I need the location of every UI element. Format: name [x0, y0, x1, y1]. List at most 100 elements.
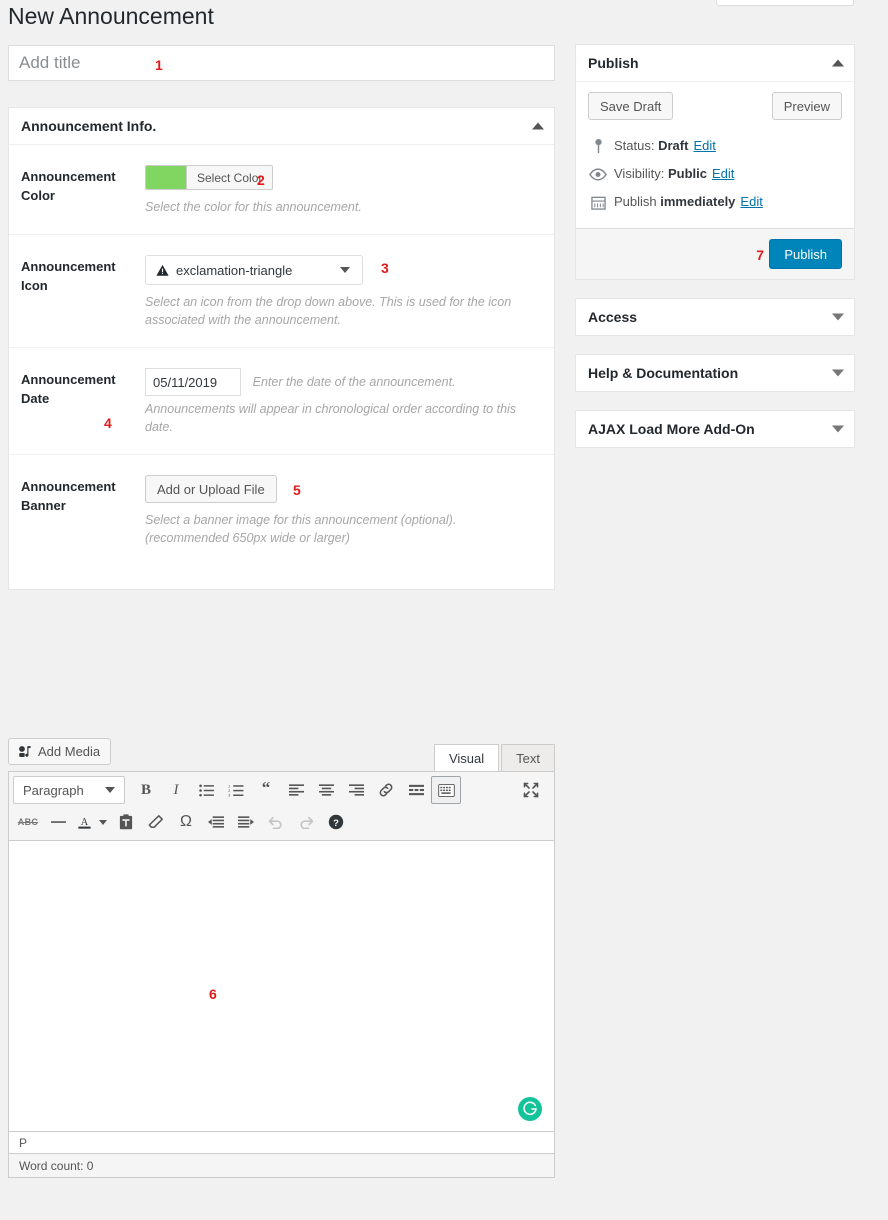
field-body-announcement-icon: exclamation-triangle Select an icon from… — [129, 255, 542, 329]
field-announcement-color: Announcement Color Select Color Select t… — [9, 145, 554, 235]
add-media-button[interactable]: Add Media — [8, 738, 112, 765]
read-more-icon[interactable] — [401, 776, 431, 804]
pin-icon — [588, 138, 608, 154]
label-line-2: Color — [21, 188, 55, 203]
chevron-down-icon[interactable] — [832, 369, 844, 377]
word-count-label: Word count: 0 — [19, 1158, 94, 1173]
eye-icon — [588, 167, 608, 181]
strikethrough-icon[interactable]: ABC — [13, 808, 43, 836]
edit-schedule-link[interactable]: Edit — [740, 192, 762, 212]
undo-icon[interactable] — [261, 808, 291, 836]
field-body-announcement-color: Select Color Select the color for this a… — [129, 165, 542, 216]
chevron-up-icon[interactable] — [832, 59, 844, 67]
chevron-up-icon[interactable] — [532, 122, 544, 130]
color-picker[interactable]: Select Color — [145, 165, 274, 190]
paragraph-format-select[interactable]: Paragraph — [13, 776, 125, 804]
main-column: 1 Announcement Info. Announcement Color … — [8, 45, 555, 608]
outdent-icon[interactable] — [201, 808, 231, 836]
field-label-announcement-color: Announcement Color — [21, 165, 129, 216]
link-icon[interactable] — [371, 776, 401, 804]
blockquote-icon[interactable]: “ — [251, 776, 281, 804]
field-announcement-banner: Announcement Banner Add or Upload File S… — [9, 455, 554, 589]
align-right-icon[interactable] — [341, 776, 371, 804]
fullscreen-icon[interactable] — [516, 776, 546, 804]
label-line-1: Announcement — [21, 372, 116, 387]
announcement-info-header[interactable]: Announcement Info. — [9, 108, 554, 145]
svg-text:?: ? — [333, 818, 339, 829]
add-media-label: Add Media — [38, 744, 101, 759]
field-body-announcement-date: Enter the date of the announcement. Anno… — [129, 368, 542, 436]
preview-button[interactable]: Preview — [771, 92, 842, 120]
announcement-date-input[interactable] — [145, 368, 241, 396]
field-description-announcement-banner: Select a banner image for this announcem… — [145, 513, 457, 545]
publish-status-line: Status: Draft Edit — [588, 132, 842, 160]
title-input[interactable] — [9, 46, 554, 80]
grammarly-icon[interactable] — [518, 1097, 542, 1121]
help-documentation-panel-header[interactable]: Help & Documentation — [576, 355, 854, 391]
ajax-load-more-panel-header[interactable]: AJAX Load More Add-On — [576, 411, 854, 447]
media-icon — [17, 744, 32, 759]
keyboard-shortcuts-icon[interactable]: ? — [321, 808, 351, 836]
special-character-icon[interactable]: Ω — [171, 808, 201, 836]
svg-text:A: A — [80, 817, 88, 828]
announcement-icon-selected-value: exclamation-triangle — [176, 262, 293, 278]
save-draft-button[interactable]: Save Draft — [588, 92, 674, 120]
announcement-icon-select[interactable]: exclamation-triangle — [145, 255, 363, 285]
title-field-wrapper: 1 — [8, 45, 555, 81]
annotation-7: 7 — [756, 247, 764, 263]
tab-visual[interactable]: Visual — [433, 744, 500, 771]
publish-panel-title: Publish — [588, 55, 639, 71]
publish-button[interactable]: Publish — [769, 239, 842, 269]
numbered-list-icon[interactable]: 1 2 3 — [221, 776, 251, 804]
label-line-2: Date — [21, 391, 50, 406]
access-panel-header[interactable]: Access — [576, 299, 854, 335]
bold-icon[interactable]: B — [131, 776, 161, 804]
clear-formatting-icon[interactable] — [141, 808, 171, 836]
exclamation-triangle-icon — [156, 264, 169, 277]
svg-text:3: 3 — [228, 792, 230, 796]
ajax-load-more-panel-title: AJAX Load More Add-On — [588, 421, 755, 437]
editor-media-bar: Add Media Visual Text — [8, 738, 555, 771]
announcement-info-panel: Announcement Info. Announcement Color Se… — [8, 107, 555, 590]
publish-visibility-value: Public — [667, 166, 707, 181]
paragraph-format-value: Paragraph — [23, 782, 84, 798]
chevron-down-icon[interactable] — [340, 267, 350, 273]
redo-icon[interactable] — [291, 808, 321, 836]
kitchen-sink-icon[interactable] — [431, 776, 461, 804]
edit-visibility-link[interactable]: Edit — [712, 164, 734, 184]
horizontal-rule-icon[interactable] — [43, 808, 73, 836]
publish-panel-header[interactable]: Publish — [576, 45, 854, 82]
publish-schedule-value: immediately — [660, 194, 736, 209]
chevron-down-icon[interactable] — [832, 425, 844, 433]
chevron-down-icon[interactable] — [832, 313, 844, 321]
calendar-icon — [588, 195, 608, 210]
editor-word-count: Word count: 0 — [8, 1154, 555, 1178]
editor-content-area[interactable]: 6 — [8, 840, 555, 1132]
screen-options-button[interactable]: Screen Options — [716, 0, 854, 6]
text-color-icon[interactable]: A — [73, 808, 95, 836]
publish-visibility-prefix: Visibility: — [614, 166, 665, 181]
edit-status-link[interactable]: Edit — [693, 136, 715, 156]
help-documentation-panel-title: Help & Documentation — [588, 365, 739, 381]
bulleted-list-icon[interactable] — [191, 776, 221, 804]
chevron-down-icon[interactable] — [105, 787, 115, 793]
annotation-2: 2 — [257, 172, 265, 188]
align-center-icon[interactable] — [311, 776, 341, 804]
text-color-caret-icon[interactable] — [95, 808, 111, 836]
label-line-2: Icon — [21, 278, 48, 293]
annotation-3: 3 — [381, 260, 389, 276]
italic-icon[interactable]: I — [161, 776, 191, 804]
content-editor: Add Media Visual Text Paragraph B I 1 2 … — [8, 738, 555, 1178]
editor-mode-tabs: Visual Text — [433, 744, 555, 771]
add-or-upload-file-button[interactable]: Add or Upload File — [145, 475, 277, 503]
paste-as-text-icon[interactable] — [111, 808, 141, 836]
announcement-info-title: Announcement Info. — [21, 118, 157, 134]
omega-label: Ω — [180, 813, 192, 830]
editor-toolbar-row-1: Paragraph B I 1 2 3 “ — [13, 775, 550, 805]
side-column: Publish Save Draft Preview Status: Draft… — [575, 44, 855, 466]
indent-icon[interactable] — [231, 808, 261, 836]
tab-text[interactable]: Text — [501, 744, 555, 771]
align-left-icon[interactable] — [281, 776, 311, 804]
editor-toolbar-row-2: ABC A Ω ? — [13, 807, 550, 837]
strikethrough-label: ABC — [17, 817, 39, 827]
